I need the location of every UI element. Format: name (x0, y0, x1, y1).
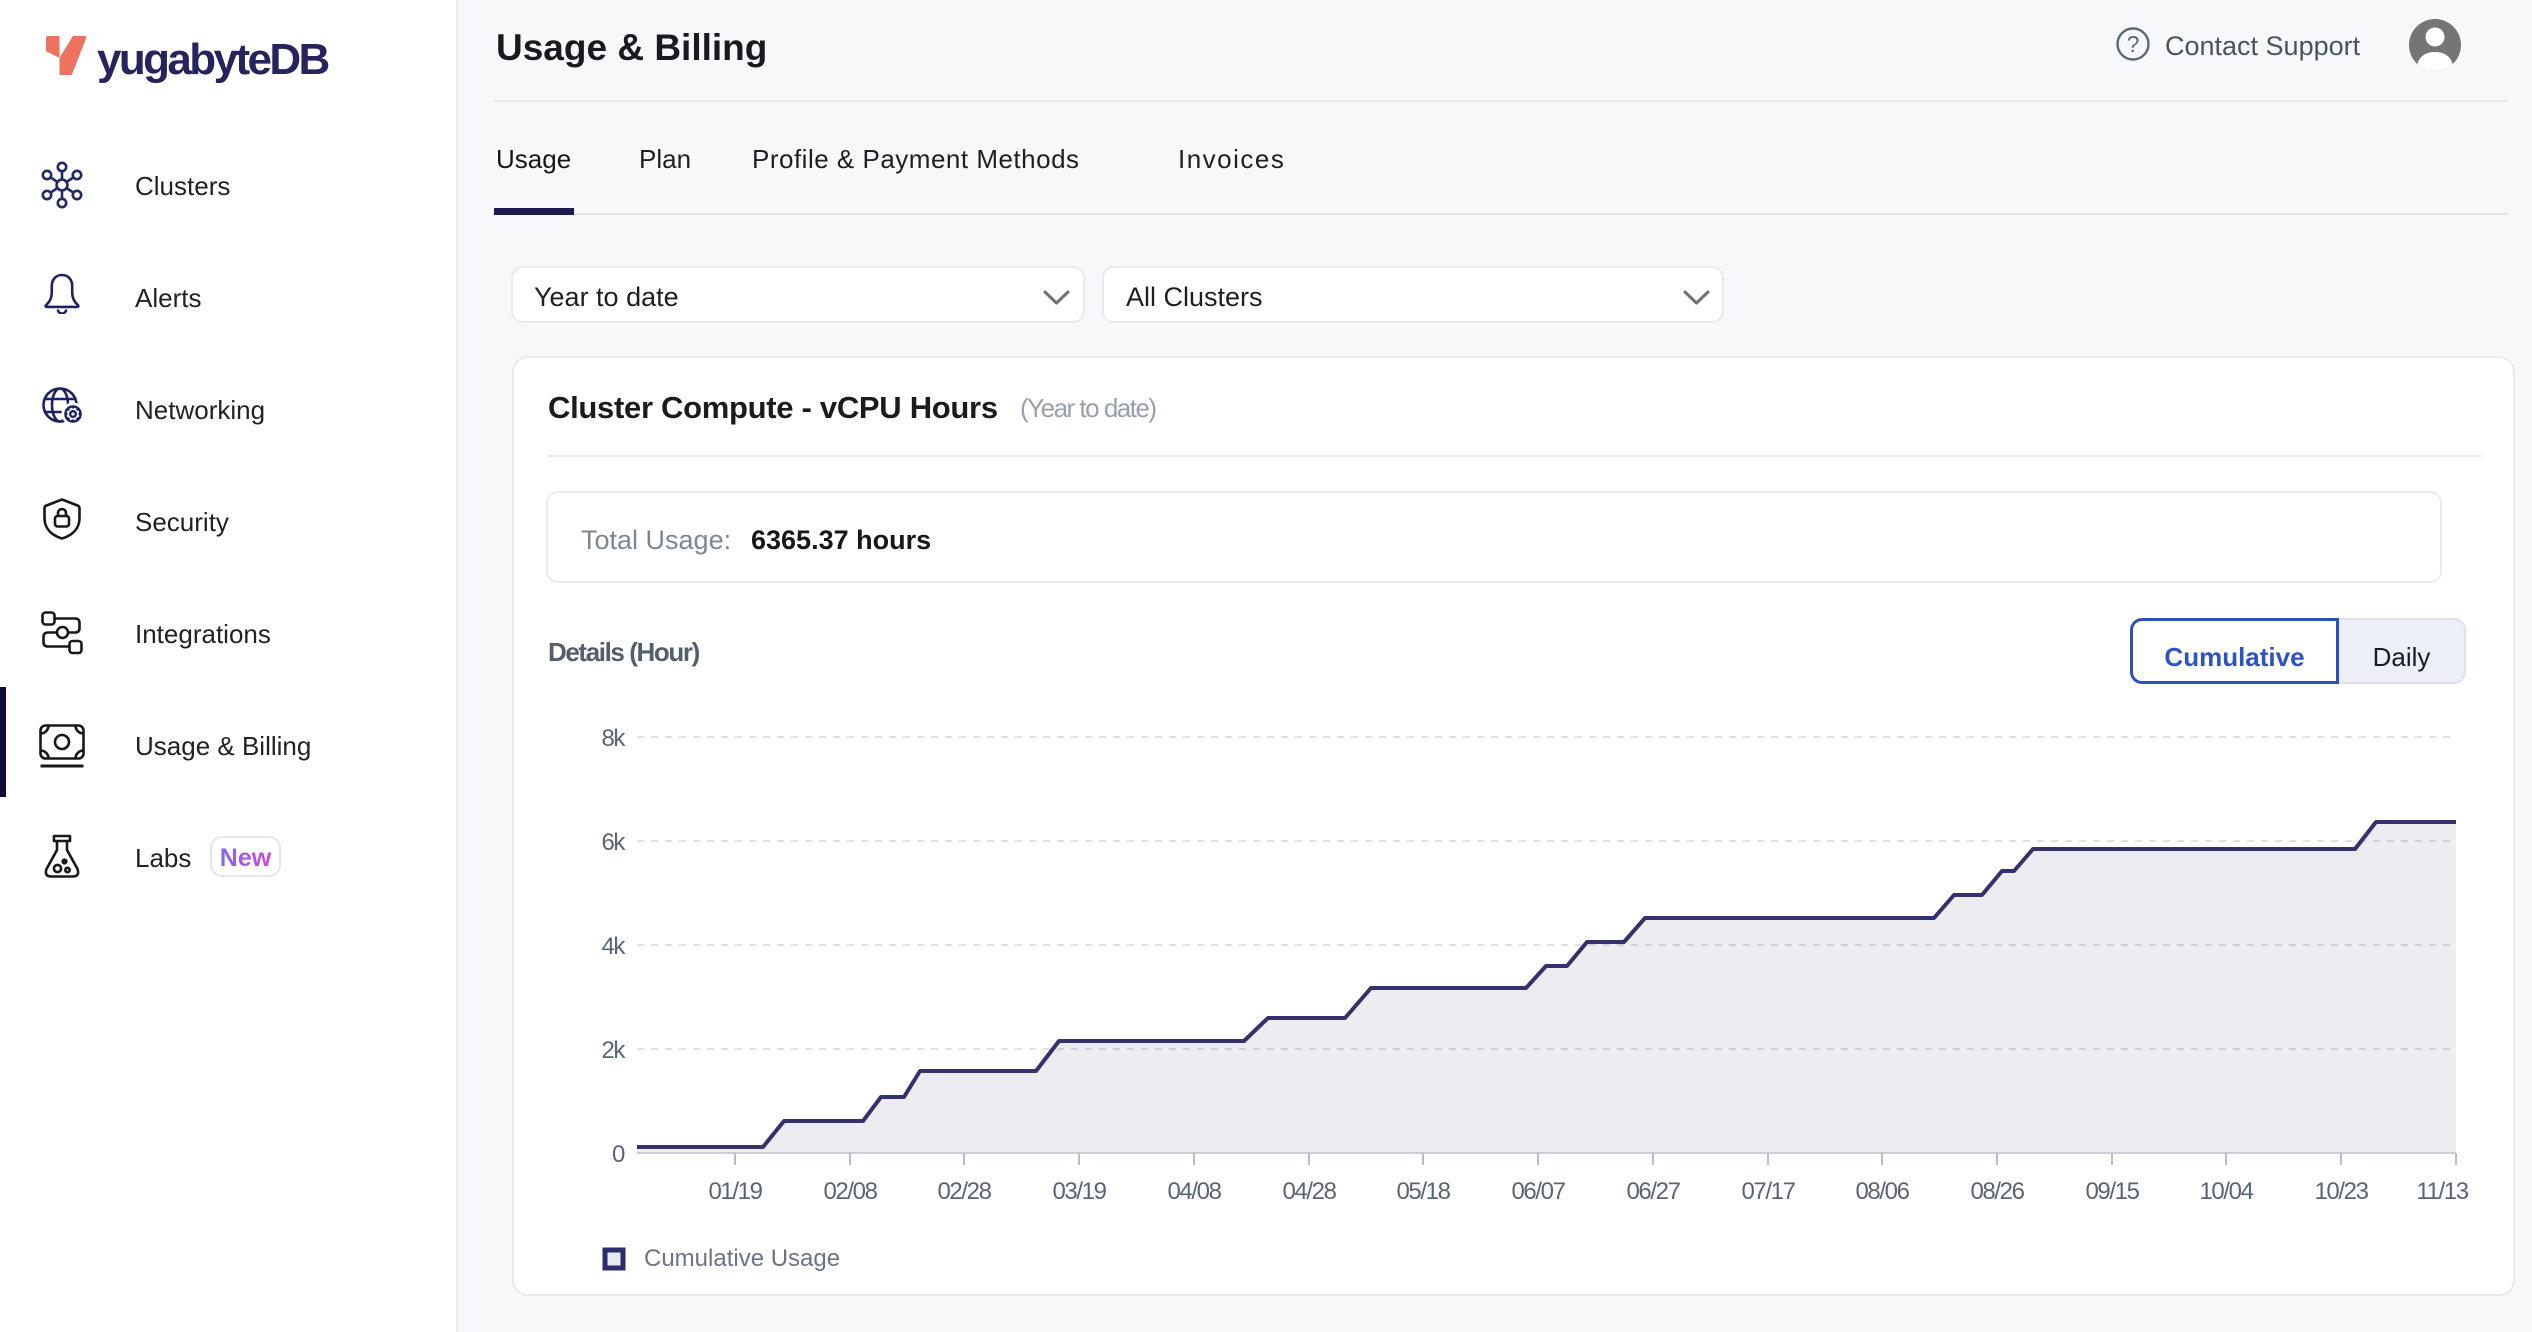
svg-text:02/28: 02/28 (937, 1178, 991, 1205)
svg-text:07/17: 07/17 (1741, 1178, 1795, 1205)
svg-text:04/28: 04/28 (1282, 1178, 1336, 1205)
svg-text:02/08: 02/08 (823, 1178, 877, 1205)
svg-text:08/26: 08/26 (1970, 1178, 2024, 1205)
svg-text:09/15: 09/15 (2085, 1178, 2139, 1205)
svg-text:08/06: 08/06 (1855, 1178, 1909, 1205)
svg-text:0: 0 (612, 1141, 625, 1168)
svg-text:06/07: 06/07 (1511, 1178, 1565, 1205)
svg-text:10/23: 10/23 (2314, 1178, 2368, 1205)
svg-text:2k: 2k (601, 1037, 626, 1064)
svg-text:04/08: 04/08 (1167, 1178, 1221, 1205)
svg-text:03/19: 03/19 (1052, 1178, 1106, 1205)
svg-text:01/19: 01/19 (708, 1178, 762, 1205)
svg-text:06/27: 06/27 (1626, 1178, 1680, 1205)
svg-text:11/13: 11/13 (2416, 1178, 2468, 1205)
svg-text:4k: 4k (601, 933, 626, 960)
svg-text:05/18: 05/18 (1396, 1178, 1450, 1205)
svg-text:8k: 8k (601, 725, 626, 752)
svg-text:Cumulative Usage: Cumulative Usage (644, 1245, 840, 1272)
svg-text:?: ? (2127, 31, 2140, 57)
svg-text:6k: 6k (601, 829, 626, 856)
svg-text:10/04: 10/04 (2199, 1178, 2253, 1205)
